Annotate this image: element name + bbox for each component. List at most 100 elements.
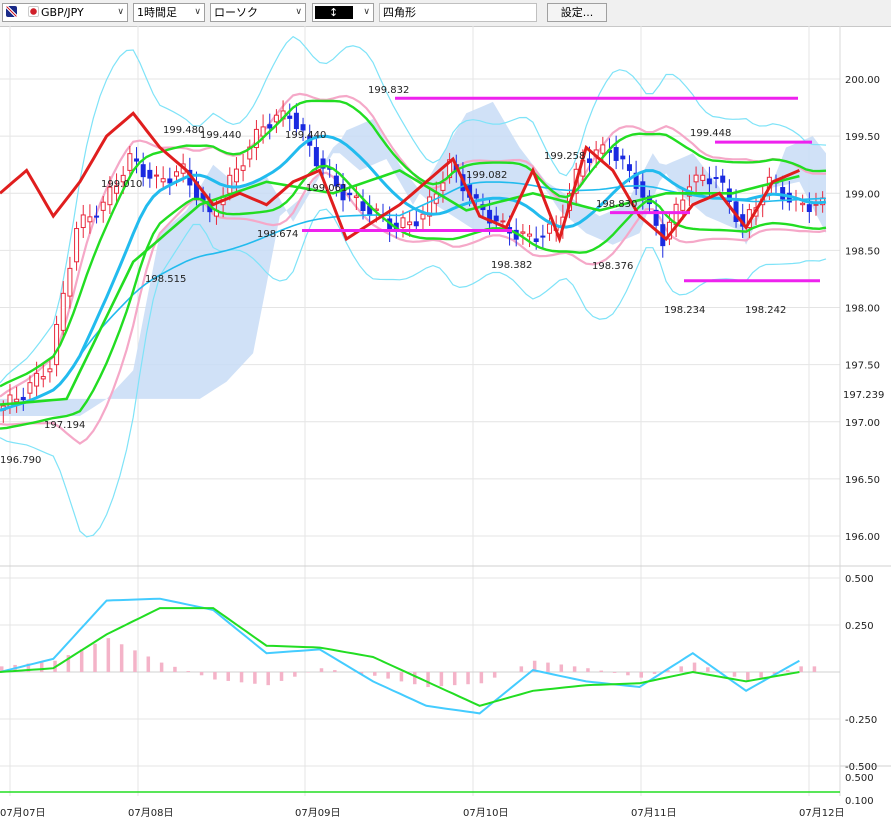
current-price-label: 197.239 [843, 390, 884, 401]
price-axis-label: 199.50 [845, 132, 880, 143]
price-label: 198.515 [145, 274, 186, 285]
settings-button[interactable]: 設定... [547, 3, 607, 22]
price-label: 198.830 [596, 199, 637, 210]
price-label: 198.674 [257, 229, 298, 240]
candle-down [626, 164, 632, 171]
price-annotations: 196.790197.194199.010198.515199.480199.4… [0, 85, 786, 466]
candle-up [127, 153, 133, 171]
candle-up [440, 182, 446, 191]
candle-up [47, 368, 53, 373]
price-axis-label: 196.50 [845, 475, 880, 486]
macd-histogram-bar [812, 666, 817, 672]
candle-down [167, 178, 173, 184]
candle-up [54, 323, 60, 366]
candle-up [400, 217, 406, 229]
candle-up [420, 213, 426, 220]
macd-histogram-bar [279, 672, 284, 681]
time-axis-label: 07月10日 [463, 807, 508, 819]
macd-histogram-bar [559, 664, 564, 672]
macd-histogram-bar [199, 672, 204, 676]
price-label: 198.242 [745, 305, 786, 316]
candle-up [233, 168, 239, 183]
price-axis-label: 198.00 [845, 304, 880, 315]
candle-up [500, 220, 506, 223]
candle-up [74, 228, 80, 263]
price-axis-label: 196.00 [845, 532, 880, 543]
sub-axis-label: 0.500 [845, 773, 874, 784]
macd-histogram-bar [626, 672, 630, 676]
macd-histogram-bar [732, 672, 737, 677]
macd-histogram-bar [452, 672, 457, 686]
time-axis: 07月07日 07月08日 07月09日 07月10日 07月11日 07月12日 [0, 807, 844, 819]
candle-down [533, 238, 539, 243]
candles [0, 100, 826, 423]
candle-down [780, 187, 786, 200]
candle-up [67, 267, 73, 297]
macd-histogram-bar [652, 672, 657, 674]
chart-area[interactable]: 196.790197.194199.010198.515199.480199.4… [0, 26, 891, 820]
bollinger-bands [0, 35, 827, 538]
macd-histogram-bar [93, 643, 97, 672]
candle-up [80, 214, 86, 229]
price-label: 199.258 [544, 151, 585, 162]
macd-histogram-bar [133, 650, 137, 672]
symbol-label: GBP/JPY [41, 6, 84, 19]
candle-up [87, 216, 93, 223]
price-axis-label: 197.00 [845, 418, 880, 429]
timeframe-select[interactable]: 1時間足 ∨ [133, 3, 205, 22]
price-axis-label: 197.50 [845, 361, 880, 372]
candle-up [14, 398, 20, 403]
shape-label: 四角形 [383, 6, 416, 19]
macd-histogram-bar [333, 670, 337, 672]
macd-histogram-bar [479, 672, 484, 684]
candle-down [287, 115, 293, 119]
macd-histogram-bar [759, 672, 763, 678]
candle-down [713, 177, 719, 180]
macd-histogram-bar [492, 672, 497, 678]
chevron-down-icon: ∨ [295, 7, 302, 17]
macd-histogram-bar [39, 662, 44, 672]
macd-histogram-bar [373, 672, 377, 676]
macd-histogram-bar [293, 672, 297, 677]
macd-histogram-bar [106, 638, 111, 672]
price-label: 199.440 [285, 130, 326, 141]
macd-axis-label: -0.500 [845, 762, 877, 773]
macd-histogram-bar [546, 662, 550, 672]
macd-histogram-bar [692, 662, 697, 672]
shape-field[interactable]: 四角形 [379, 3, 537, 22]
candle-up [800, 202, 806, 206]
macd-histogram-bar [586, 668, 590, 672]
draw-tool-select[interactable]: ↕ ∨ [312, 3, 374, 22]
price-axis: 200.00 199.50 199.00 198.50 198.00 197.50 197.… [843, 75, 884, 543]
candle-down [267, 124, 273, 129]
macd-histogram-bar [173, 666, 177, 672]
candle-down [147, 169, 153, 179]
symbol-select[interactable]: GBP/JPY ∨ [2, 3, 128, 22]
candle-up [240, 165, 246, 171]
macd-histogram-bar [146, 656, 151, 672]
macd-histogram-bar [119, 644, 124, 672]
candle-down [586, 158, 592, 163]
price-label: 199.480 [163, 125, 204, 136]
candle-down [140, 164, 146, 178]
price-axis-label: 199.00 [845, 189, 880, 200]
candle-up [520, 231, 526, 234]
chart-style-select[interactable]: ローソク ∨ [210, 3, 306, 22]
price-label: 199.448 [690, 128, 731, 139]
candle-down [20, 396, 26, 401]
candle-down [806, 204, 812, 213]
chevron-down-icon: ∨ [117, 7, 124, 17]
candle-up [600, 144, 606, 154]
macd-histogram-bar [413, 672, 417, 685]
price-label: 198.376 [592, 261, 633, 272]
candle-up [173, 171, 179, 177]
macd-histogram-bar [399, 672, 404, 682]
price-label: 196.790 [0, 455, 41, 466]
macd-histogram-bar [253, 672, 257, 684]
price-label: 198.234 [664, 305, 705, 316]
macd-histogram-bar [439, 672, 444, 687]
chevron-down-icon: ∨ [363, 7, 370, 17]
macd-histogram-bar [319, 668, 324, 672]
candle-up [407, 221, 413, 226]
chart-style-label: ローソク [214, 6, 258, 19]
